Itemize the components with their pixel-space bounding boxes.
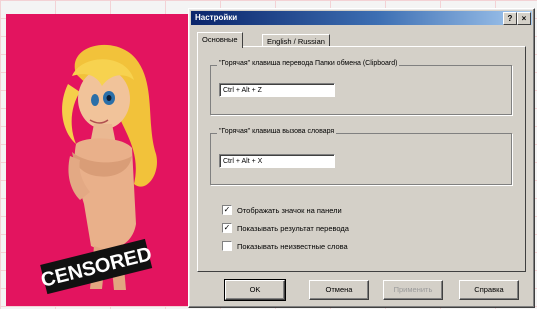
show-tray-icon-checkbox[interactable]: ✓ Отображать значок на панели <box>222 205 342 215</box>
settings-dialog: Настройки ? × Основные English / Russian… <box>188 8 535 308</box>
cartoon-figure-image: CENSORED <box>39 44 157 295</box>
checkbox-unchecked-icon[interactable] <box>222 241 232 251</box>
show-unknown-words-checkbox[interactable]: Показывать неизвестные слова <box>222 241 348 251</box>
checkbox-checked-icon[interactable]: ✓ <box>222 205 232 215</box>
clipboard-hotkey-field[interactable]: Ctrl + Alt + Z <box>219 83 335 97</box>
show-tray-icon-label: Отображать значок на панели <box>237 205 342 215</box>
close-button[interactable]: × <box>517 12 531 25</box>
clipboard-hotkey-group: "Горячая" клавиша перевода Папки обмена … <box>210 60 512 115</box>
tab-panel-main: "Горячая" клавиша перевода Папки обмена … <box>197 46 526 272</box>
ok-button[interactable]: OK <box>224 279 286 301</box>
clipboard-hotkey-label: "Горячая" клавиша перевода Папки обмена … <box>217 60 400 67</box>
dictionary-hotkey-field[interactable]: Ctrl + Alt + X <box>219 154 335 168</box>
title-bar[interactable]: Настройки ? × <box>191 11 532 25</box>
dialog-title: Настройки <box>195 13 238 22</box>
illustration-panel: CENSORED <box>6 14 198 306</box>
show-translation-checkbox[interactable]: ✓ Показывать результат перевода <box>222 223 349 233</box>
help-button[interactable]: Справка <box>459 280 519 300</box>
dictionary-hotkey-label: "Горячая" клавиша вызова словаря <box>217 128 337 135</box>
show-translation-label: Показывать результат перевода <box>237 223 349 233</box>
show-unknown-words-label: Показывать неизвестные слова <box>237 241 348 251</box>
apply-button[interactable]: Применить <box>383 280 443 300</box>
cancel-button[interactable]: Отмена <box>309 280 369 300</box>
tab-main[interactable]: Основные <box>197 32 243 48</box>
help-title-button[interactable]: ? <box>503 12 517 25</box>
dictionary-hotkey-group: "Горячая" клавиша вызова словаря Ctrl + … <box>210 128 512 185</box>
checkbox-checked-icon[interactable]: ✓ <box>222 223 232 233</box>
